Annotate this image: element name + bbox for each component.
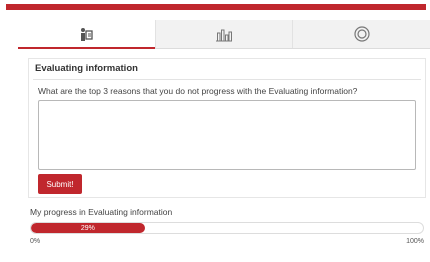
target-icon bbox=[354, 26, 370, 42]
tab-information[interactable] bbox=[18, 20, 156, 49]
submit-button[interactable]: Submit! bbox=[38, 174, 82, 194]
tab-goals[interactable] bbox=[293, 20, 430, 48]
progress-value: 29% bbox=[80, 224, 95, 232]
progress-fill: 29% bbox=[31, 223, 145, 233]
top-accent-bar bbox=[6, 4, 426, 10]
question-panel: Evaluating information What are the top … bbox=[28, 58, 426, 198]
answer-textarea[interactable] bbox=[38, 100, 416, 170]
reading-person-icon bbox=[81, 27, 93, 41]
panel-divider bbox=[33, 79, 421, 80]
tab-statistics[interactable] bbox=[155, 20, 294, 48]
bar-chart-icon bbox=[216, 29, 232, 41]
progress-bar: 29% bbox=[30, 222, 424, 234]
tab-bar bbox=[18, 20, 430, 49]
progress-min-label: 0% bbox=[30, 238, 41, 245]
panel-title: Evaluating information bbox=[35, 63, 138, 74]
progress-max-label: 100% bbox=[406, 238, 424, 245]
question-text: What are the top 3 reasons that you do n… bbox=[38, 86, 358, 96]
progress-label: My progress in Evaluating information bbox=[30, 207, 173, 217]
